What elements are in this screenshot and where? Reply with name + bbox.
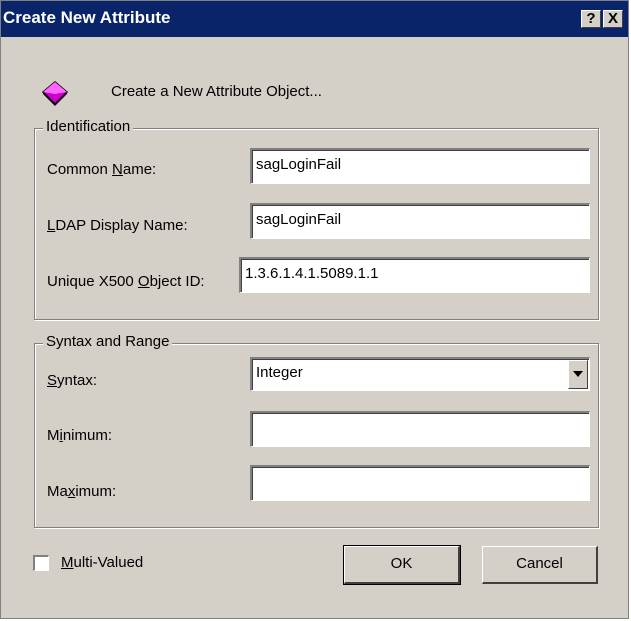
create-new-attribute-dialog: Create New Attribute ? X Create a New At… [0, 0, 629, 619]
ldap-display-name-input[interactable]: sagLoginFail [250, 203, 590, 239]
object-id-label: Unique X500 Object ID: [47, 273, 205, 290]
window-title: Create New Attribute [3, 8, 171, 27]
identification-legend: Identification [43, 118, 134, 135]
syntax-label: Syntax: [47, 372, 98, 389]
ldap-display-name-label: LDAP Display Name: [47, 217, 188, 234]
header-text: Create a New Attribute Object... [111, 83, 322, 100]
multi-valued-checkbox[interactable] [33, 555, 49, 571]
syntax-range-legend: Syntax and Range [43, 333, 173, 350]
syntax-select[interactable]: Integer [250, 357, 590, 391]
multi-valued-label[interactable]: Multi-Valued [61, 554, 143, 571]
minimum-input[interactable] [250, 411, 590, 447]
ok-button[interactable]: OK [343, 545, 461, 585]
maximum-input[interactable] [250, 465, 590, 501]
title-bar[interactable]: Create New Attribute ? X [1, 1, 628, 37]
chevron-down-icon[interactable] [568, 360, 588, 389]
syntax-selected-value: Integer [256, 364, 303, 381]
maximum-label: Maximum: [47, 483, 117, 500]
minimum-label: Minimum: [47, 427, 113, 444]
common-name-label: Common Name: [47, 161, 157, 178]
cancel-button[interactable]: Cancel [482, 546, 598, 584]
attribute-object-icon [41, 81, 69, 106]
common-name-input[interactable]: sagLoginFail [250, 148, 590, 184]
help-button[interactable]: ? [581, 10, 601, 28]
close-button[interactable]: X [603, 10, 623, 28]
object-id-input[interactable]: 1.3.6.1.4.1.5089.1.1 [239, 257, 590, 293]
